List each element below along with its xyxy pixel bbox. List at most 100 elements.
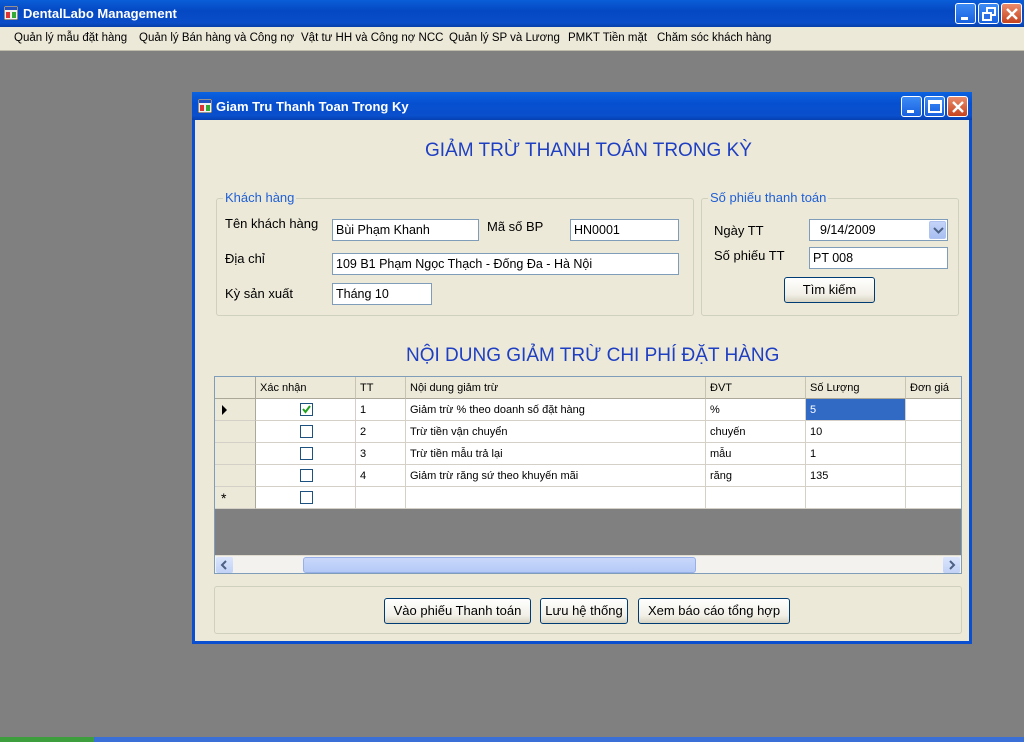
content-cell[interactable]: Giảm trừ % theo doanh số đặt hàng bbox=[406, 399, 706, 421]
scroll-right-button[interactable] bbox=[943, 557, 960, 573]
confirm-checkbox[interactable] bbox=[300, 469, 313, 482]
confirm-cell[interactable] bbox=[256, 465, 356, 487]
row-header[interactable] bbox=[215, 465, 256, 487]
app-icon bbox=[4, 6, 18, 20]
price-cell[interactable] bbox=[906, 443, 961, 465]
menu-supplies[interactable]: Vật tư HH và Công nợ NCC bbox=[301, 32, 443, 44]
tt-cell[interactable] bbox=[356, 487, 406, 509]
qty-cell[interactable]: 135 bbox=[806, 465, 906, 487]
menu-customer-care[interactable]: Chăm sóc khách hàng bbox=[657, 32, 771, 44]
confirm-checkbox[interactable] bbox=[300, 491, 313, 504]
enter-payment-button[interactable]: Vào phiếu Thanh toán bbox=[384, 598, 531, 624]
form-icon bbox=[198, 99, 212, 113]
scroll-left-button[interactable] bbox=[216, 557, 233, 573]
col-header-content[interactable]: Nội dung giảm trừ bbox=[406, 377, 706, 399]
unit-cell[interactable]: mẫu bbox=[706, 443, 806, 465]
unit-cell[interactable] bbox=[706, 487, 806, 509]
maximize-icon bbox=[928, 100, 942, 113]
payment-deduction-window: Giam Tru Thanh Toan Trong Ky GIẢM TRỪ TH… bbox=[192, 92, 972, 644]
grid-heading: NỘI DUNG GIẢM TRỪ CHI PHÍ ĐẶT HÀNG bbox=[406, 345, 780, 366]
menu-products-salary[interactable]: Quản lý SP và Lương bbox=[449, 32, 560, 44]
content-cell[interactable]: Giảm trừ răng sứ theo khuyến mãi bbox=[406, 465, 706, 487]
window-title: DentalLabo Management bbox=[23, 6, 177, 21]
chevron-down-icon bbox=[933, 227, 944, 234]
start-button[interactable] bbox=[0, 737, 94, 742]
new-row-marker[interactable]: * bbox=[215, 487, 256, 509]
table-row[interactable]: 2 Trừ tiền vận chuyển chuyến 10 bbox=[215, 421, 961, 443]
payment-date-value: 9/14/2009 bbox=[820, 223, 876, 237]
scrollbar-thumb[interactable] bbox=[303, 557, 696, 573]
price-cell[interactable] bbox=[906, 465, 961, 487]
chevron-right-icon bbox=[949, 560, 956, 570]
report-button[interactable]: Xem báo cáo tổng hợp bbox=[638, 598, 790, 624]
period-field[interactable]: Tháng 10 bbox=[332, 283, 432, 305]
search-button[interactable]: Tìm kiếm bbox=[784, 277, 875, 303]
menu-order-samples[interactable]: Quản lý mẫu đặt hàng bbox=[14, 32, 127, 44]
current-row-icon bbox=[222, 405, 227, 415]
unit-cell[interactable]: chuyến bbox=[706, 421, 806, 443]
col-header-price[interactable]: Đơn giá bbox=[906, 377, 961, 399]
tt-cell[interactable]: 3 bbox=[356, 443, 406, 465]
qty-cell[interactable] bbox=[806, 487, 906, 509]
table-row[interactable]: 1 Giảm trừ % theo doanh số đặt hàng % 5 bbox=[215, 399, 961, 421]
confirm-checkbox[interactable] bbox=[300, 447, 313, 460]
customer-group-legend: Khách hàng bbox=[223, 190, 297, 205]
child-maximize-button[interactable] bbox=[924, 96, 945, 117]
tt-cell[interactable]: 1 bbox=[356, 399, 406, 421]
customer-name-field[interactable]: Bùi Phạm Khanh bbox=[332, 219, 479, 241]
col-header-qty[interactable]: Số Lượng bbox=[806, 377, 906, 399]
minimize-icon bbox=[907, 110, 914, 113]
new-row[interactable]: * bbox=[215, 487, 961, 509]
tt-cell[interactable]: 2 bbox=[356, 421, 406, 443]
tt-cell[interactable]: 4 bbox=[356, 465, 406, 487]
unit-cell[interactable]: % bbox=[706, 399, 806, 421]
save-button[interactable]: Lưu hệ thống bbox=[540, 598, 628, 624]
child-minimize-button[interactable] bbox=[901, 96, 922, 117]
main-titlebar: DentalLabo Management bbox=[0, 0, 1024, 27]
minimize-button[interactable] bbox=[955, 3, 976, 24]
row-header[interactable] bbox=[215, 443, 256, 465]
row-header[interactable] bbox=[215, 399, 256, 421]
confirm-cell[interactable] bbox=[256, 487, 356, 509]
horizontal-scrollbar[interactable] bbox=[215, 555, 961, 573]
confirm-cell[interactable] bbox=[256, 421, 356, 443]
col-header-tt[interactable]: TT bbox=[356, 377, 406, 399]
qty-cell[interactable]: 10 bbox=[806, 421, 906, 443]
price-cell[interactable] bbox=[906, 421, 961, 443]
qty-cell[interactable]: 1 bbox=[806, 443, 906, 465]
price-cell[interactable] bbox=[906, 487, 961, 509]
content-cell[interactable]: Trừ tiền vận chuyển bbox=[406, 421, 706, 443]
confirm-checkbox[interactable] bbox=[300, 425, 313, 438]
menu-sales-debt[interactable]: Quản lý Bán hàng và Công nợ bbox=[139, 32, 294, 44]
address-field[interactable]: 109 B1 Phạm Ngọc Thạch - Đống Đa - Hà Nộ… bbox=[332, 253, 679, 275]
minimize-icon bbox=[961, 17, 968, 20]
payment-date-picker[interactable]: 9/14/2009 bbox=[809, 219, 948, 241]
customer-code-field[interactable]: HN0001 bbox=[570, 219, 679, 241]
menu-cash-accounting[interactable]: PMKT Tiền mặt bbox=[568, 32, 647, 44]
child-window-title: Giam Tru Thanh Toan Trong Ky bbox=[216, 99, 409, 114]
confirm-checkbox[interactable] bbox=[300, 403, 313, 416]
col-header-confirm[interactable]: Xác nhận bbox=[256, 377, 356, 399]
payment-date-label: Ngày TT bbox=[714, 223, 764, 238]
price-cell[interactable] bbox=[906, 399, 961, 421]
payment-number-label: Số phiếu TT bbox=[714, 248, 785, 263]
restore-icon bbox=[982, 7, 996, 21]
unit-cell[interactable]: răng bbox=[706, 465, 806, 487]
content-cell[interactable] bbox=[406, 487, 706, 509]
row-header[interactable] bbox=[215, 421, 256, 443]
deduction-grid: Xác nhận TT Nội dung giảm trừ ĐVT Số Lượ… bbox=[214, 376, 962, 574]
col-header-unit[interactable]: ĐVT bbox=[706, 377, 806, 399]
child-titlebar: Giam Tru Thanh Toan Trong Ky bbox=[192, 92, 972, 120]
date-dropdown-button[interactable] bbox=[929, 221, 946, 239]
confirm-cell[interactable] bbox=[256, 443, 356, 465]
qty-cell[interactable]: 5 bbox=[806, 399, 906, 421]
content-cell[interactable]: Trừ tiền mẫu trả lại bbox=[406, 443, 706, 465]
payment-number-field[interactable]: PT 008 bbox=[809, 247, 948, 269]
grid-header-row: Xác nhận TT Nội dung giảm trừ ĐVT Số Lượ… bbox=[215, 377, 961, 399]
close-button[interactable] bbox=[1001, 3, 1022, 24]
restore-button[interactable] bbox=[978, 3, 999, 24]
confirm-cell[interactable] bbox=[256, 399, 356, 421]
child-close-button[interactable] bbox=[947, 96, 968, 117]
table-row[interactable]: 3 Trừ tiền mẫu trả lại mẫu 1 bbox=[215, 443, 961, 465]
table-row[interactable]: 4 Giảm trừ răng sứ theo khuyến mãi răng … bbox=[215, 465, 961, 487]
